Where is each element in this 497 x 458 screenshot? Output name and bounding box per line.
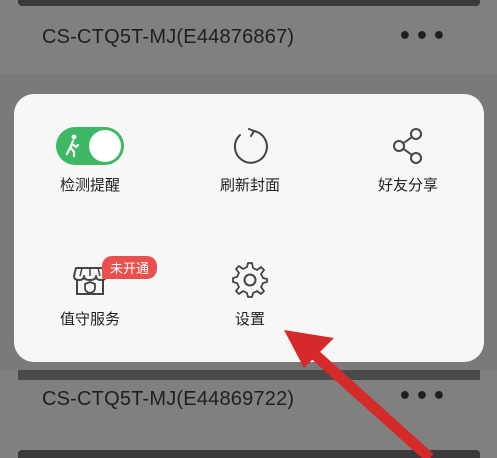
device-name: CS-CTQ5T-MJ(E44876867) xyxy=(42,26,295,48)
walking-person-icon xyxy=(65,134,80,158)
not-activated-badge: 未开通 xyxy=(102,256,158,279)
gear-icon xyxy=(232,262,268,298)
device-name: CS-CTQ5T-MJ(E44869722) xyxy=(42,388,295,410)
menu-item-guard-service[interactable]: 未开通 值守服务 xyxy=(20,256,160,329)
toggle-on-icon[interactable] xyxy=(56,127,124,165)
device-card-bottom[interactable]: CS-CTQ5T-MJ(E44869722) ••• xyxy=(0,370,497,458)
menu-label: 刷新封面 xyxy=(219,176,280,194)
menu-item-refresh-cover[interactable]: 刷新封面 xyxy=(180,126,320,195)
menu-label: 值守服务 xyxy=(59,310,120,328)
refresh-icon xyxy=(233,128,268,164)
more-options-icon[interactable]: ••• xyxy=(398,24,449,49)
device-thumbnail-next xyxy=(18,450,480,458)
device-action-menu: 检测提醒 刷新封面 好友分享 未开通 值守服务 设置 xyxy=(14,94,484,362)
device-thumbnail xyxy=(18,370,480,380)
device-card-top[interactable]: CS-CTQ5T-MJ(E44876867) ••• xyxy=(0,0,497,74)
menu-label: 检测提醒 xyxy=(59,176,120,194)
share-icon xyxy=(393,128,422,164)
menu-item-share-friend[interactable]: 好友分享 xyxy=(338,126,478,195)
device-thumbnail xyxy=(18,0,480,6)
menu-item-settings[interactable]: 设置 xyxy=(180,260,320,329)
more-options-icon[interactable]: ••• xyxy=(398,384,449,409)
menu-item-detection-alert[interactable]: 检测提醒 xyxy=(20,126,160,195)
menu-label: 设置 xyxy=(234,310,265,328)
toggle-knob xyxy=(89,130,121,162)
menu-label: 好友分享 xyxy=(377,176,438,194)
